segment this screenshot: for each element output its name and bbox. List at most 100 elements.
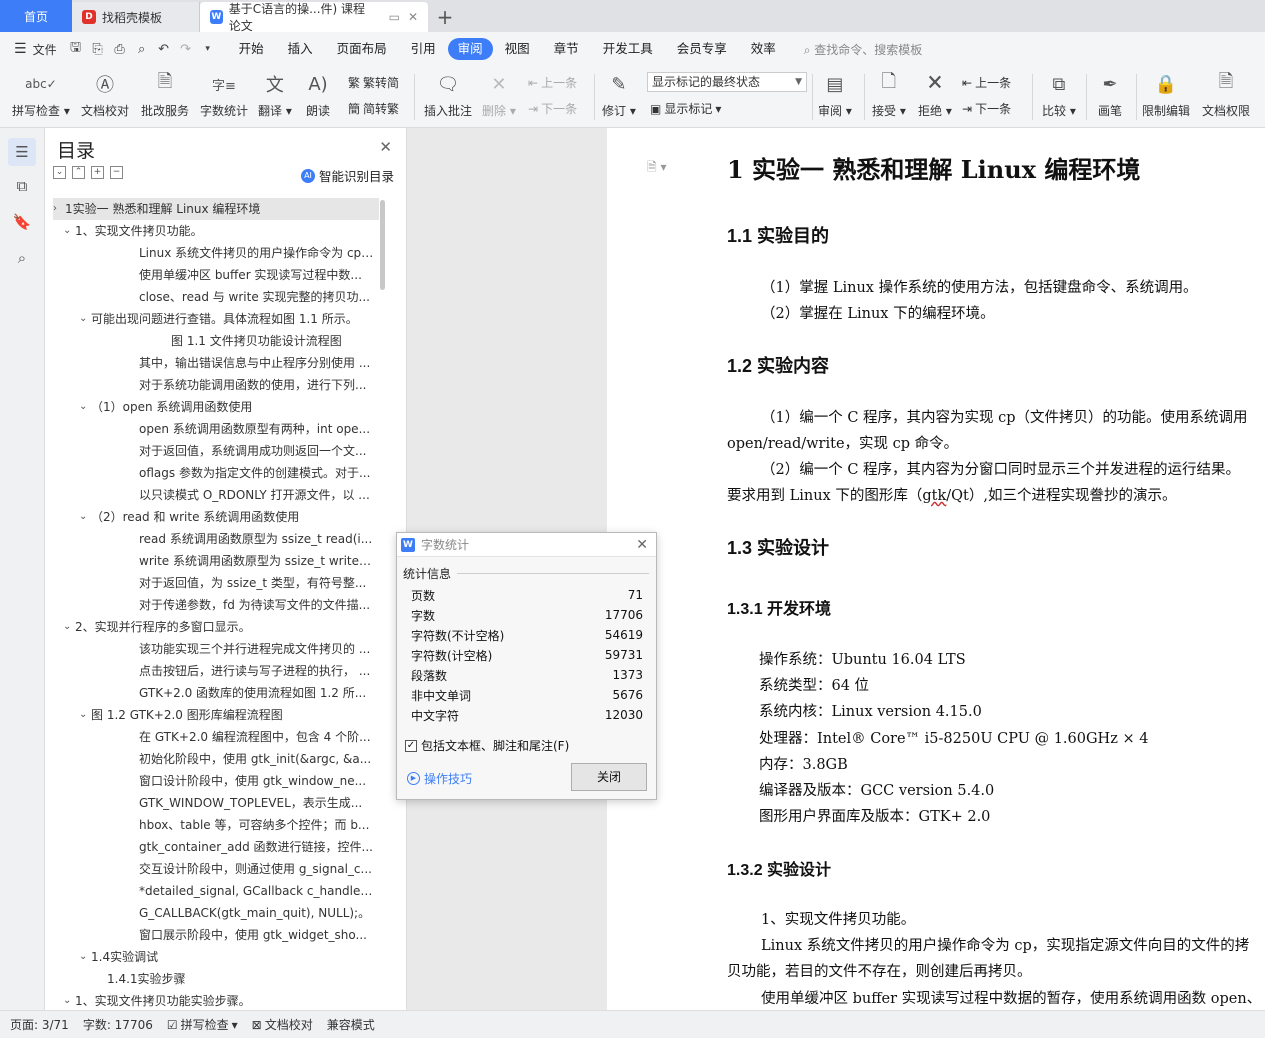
toc-item[interactable]: ⌄ 2、实现并行程序的多窗口显示。 — [53, 616, 379, 638]
file-menu[interactable]: ☰ 文件 — [10, 41, 65, 58]
review-pane-button[interactable]: ▤ 审阅 ▾ — [818, 70, 852, 119]
menu-start[interactable]: 开始 — [227, 38, 276, 60]
toc-item[interactable]: 窗口设计阶段中，使用 gtk_window_ne... — [53, 770, 379, 792]
toc-item[interactable]: Linux 系统文件拷贝的用户操作命令为 cp ... — [53, 242, 379, 264]
reject-button[interactable]: 🗙 拒绝 ▾ — [918, 70, 952, 119]
toc-item[interactable]: ⌄ （2）read 和 write 系统调用函数使用 — [53, 506, 379, 528]
dialog-titlebar[interactable]: W 字数统计 ✕ — [397, 533, 656, 557]
chevron-down-icon[interactable]: ⌄ — [79, 396, 87, 418]
toc-item[interactable]: 对于系统功能调用函数的使用，进行下列... — [53, 374, 379, 396]
simp-to-trad-button[interactable]: 簡 简转繁 — [348, 100, 399, 117]
page-layout-icon[interactable]: 🗎 ▾ — [647, 158, 667, 179]
document-page[interactable]: 🗎 ▾ 1 实验一 熟悉和理解 Linux 编程环境 1.1 实验目的 （1）掌… — [607, 128, 1265, 1010]
toc-item[interactable]: 以只读模式 O_RDONLY 打开源文件，以 ... — [53, 484, 379, 506]
toc-item[interactable]: ⌄ 可能出现问题进行查错。具体流程如图 1.1 所示。 — [53, 308, 379, 330]
print-preview-icon[interactable]: ⌕ — [131, 42, 153, 57]
chevron-down-icon[interactable]: ⌄ — [79, 506, 87, 528]
menu-reference[interactable]: 引用 — [399, 38, 448, 60]
spell-check-toggle[interactable]: ☑ 拼写检查 ▾ — [167, 1016, 238, 1033]
print-icon[interactable]: ⎙ — [109, 42, 131, 57]
toc-item[interactable]: open 系统调用函数原型有两种，int ope... — [53, 418, 379, 440]
toc-item[interactable]: ⌄ 图 1.2 GTK+2.0 图形库编程流程图 — [53, 704, 379, 726]
expand-icon[interactable]: + — [91, 166, 104, 179]
word-count-indicator[interactable]: 字数: 17706 — [83, 1016, 153, 1033]
close-icon[interactable]: ✕ — [379, 138, 392, 156]
page-indicator[interactable]: 页面: 3/71 — [10, 1016, 69, 1033]
doc-permission-button[interactable]: 🗎 文档权限 — [1202, 70, 1250, 119]
toc-item[interactable]: ⌄ 1、实现文件拷贝功能。 — [53, 220, 379, 242]
more-icon[interactable]: ▾ — [197, 44, 219, 54]
undo-icon[interactable]: ↶ — [153, 42, 175, 57]
close-icon[interactable]: ✕ — [636, 537, 648, 553]
batch-review-button[interactable]: 🗎 批改服务 — [141, 70, 189, 119]
chevron-down-icon[interactable]: ⌄ — [79, 704, 87, 726]
monitor-icon[interactable]: ▭ — [389, 10, 400, 24]
toc-nav-icon[interactable]: ☰ — [8, 138, 36, 166]
toc-item[interactable]: 使用单缓冲区 buffer 实现读写过程中数... — [53, 264, 379, 286]
tips-link[interactable]: ▶ 操作技巧 — [407, 770, 472, 787]
smart-toc-button[interactable]: AI 智能识别目录 — [300, 166, 394, 185]
next-change-button[interactable]: ⇥ 下一条 — [962, 100, 1011, 117]
toc-item[interactable]: 点击按钮后，进行读与写子进程的执行， ... — [53, 660, 379, 682]
toc-item[interactable]: 对于返回值，系统调用成功则返回一个文... — [53, 440, 379, 462]
toc-item[interactable]: 在 GTK+2.0 编程流程图中，包含 4 个阶... — [53, 726, 379, 748]
show-markup-button[interactable]: ▣ 显示标记 ▾ — [650, 100, 721, 117]
trad-to-simp-button[interactable]: 繁 繁转简 — [348, 74, 399, 91]
chevron-down-icon[interactable]: ⌄ — [63, 616, 71, 638]
bookmark-icon[interactable]: 🔖 — [8, 208, 36, 236]
search-icon[interactable]: ⌕ — [8, 244, 36, 272]
tab-close-icon[interactable]: ✕ — [408, 10, 418, 24]
toc-item[interactable]: 窗口展示阶段中，使用 gtk_widget_sho... — [53, 924, 379, 946]
toc-item[interactable]: 初始化阶段中，使用 gtk_init(&argc, &a... — [53, 748, 379, 770]
redo-icon[interactable]: ↷ — [175, 42, 197, 57]
menu-review[interactable]: 审阅 — [447, 38, 493, 60]
read-aloud-button[interactable]: A) 朗读 — [304, 70, 332, 119]
chevron-down-icon[interactable]: ⌄ — [63, 990, 71, 1010]
new-tab-icon[interactable]: + — [428, 2, 462, 32]
tab-find-template[interactable]: D 找稻壳模板 — [72, 2, 200, 32]
menu-devtools[interactable]: 开发工具 — [591, 38, 665, 60]
toc-item[interactable]: 该功能实现三个并行进程完成文件拷贝的 ... — [53, 638, 379, 660]
save-icon[interactable]: 🖫 — [65, 38, 87, 60]
prev-change-button[interactable]: ⇤ 上一条 — [962, 74, 1011, 91]
command-search[interactable]: ⌕ 查找命令、搜索模板 — [804, 41, 923, 58]
toc-item[interactable]: ⌄ 1.4实验调试 — [53, 946, 379, 968]
chevron-down-icon[interactable]: ⌄ — [63, 220, 71, 242]
word-count-button[interactable]: 字≡ 字数统计 — [200, 70, 248, 119]
toc-item[interactable]: 对于传递参数，fd 为待读写文件的文件描... — [53, 594, 379, 616]
doc-proof-toggle[interactable]: ⊠ 文档校对 — [252, 1016, 313, 1033]
toc-item[interactable]: write 系统调用函数原型为 ssize_t write(i... — [53, 550, 379, 572]
collapse-icon[interactable]: − — [110, 166, 123, 179]
spelling-error[interactable]: gtk — [922, 488, 946, 504]
collapse-up-icon[interactable]: ⌃ — [72, 166, 85, 179]
toc-item[interactable]: ⌄ 1、实现文件拷贝功能实验步骤。 — [53, 990, 379, 1010]
toc-item[interactable]: › 1实验一 熟悉和理解 Linux 编程环境 — [53, 198, 379, 220]
menu-layout[interactable]: 页面布局 — [325, 38, 399, 60]
toc-item[interactable]: 图 1.1 文件拷贝功能设计流程图 — [53, 330, 379, 352]
markup-mode-select[interactable]: 显示标记的最终状态 ▼ — [647, 72, 807, 92]
toc-item[interactable]: *detailed_signal, GCallback c_handler, .… — [53, 880, 379, 902]
chevron-right-icon[interactable]: › — [53, 198, 57, 220]
collapse-down-icon[interactable]: ⌄ — [53, 166, 66, 179]
toc-item[interactable]: ⌄ （1）open 系统调用函数使用 — [53, 396, 379, 418]
menu-view[interactable]: 视图 — [493, 38, 542, 60]
doc-proof-button[interactable]: Ⓐ 文档校对 — [81, 70, 129, 119]
insert-comment-button[interactable]: 🗨 插入批注 — [424, 70, 472, 119]
restrict-edit-button[interactable]: 🔒 限制编辑 — [1142, 70, 1190, 119]
menu-member[interactable]: 会员专享 — [665, 38, 739, 60]
toc-item[interactable]: GTK+2.0 函数库的使用流程如图 1.2 所... — [53, 682, 379, 704]
toc-item[interactable]: gtk_container_add 函数进行链接，控件... — [53, 836, 379, 858]
translate-button[interactable]: 文 翻译 ▾ — [258, 70, 292, 119]
tab-home[interactable]: 首页 — [0, 0, 72, 32]
accept-button[interactable]: 🗋 接受 ▾ — [872, 70, 906, 119]
compare-button[interactable]: ⧉ 比较 ▾ — [1042, 70, 1076, 119]
toc-item[interactable]: 其中，输出错误信息与中止程序分别使用 ... — [53, 352, 379, 374]
toc-item[interactable]: oflags 参数为指定文件的创建模式。对于... — [53, 462, 379, 484]
prev-comment-button[interactable]: ⇤ 上一条 — [528, 74, 577, 91]
menu-section[interactable]: 章节 — [542, 38, 591, 60]
next-comment-button[interactable]: ⇥ 下一条 — [528, 100, 577, 117]
toc-item[interactable]: close、read 与 write 实现完整的拷贝功... — [53, 286, 379, 308]
include-footnotes-checkbox[interactable]: ✓ 包括文本框、脚注和尾注(F) — [405, 737, 569, 754]
tab-document[interactable]: W 基于C语言的操...件) 课程论文 ▭ ✕ — [200, 2, 428, 33]
toc-scrollbar[interactable] — [380, 200, 385, 290]
